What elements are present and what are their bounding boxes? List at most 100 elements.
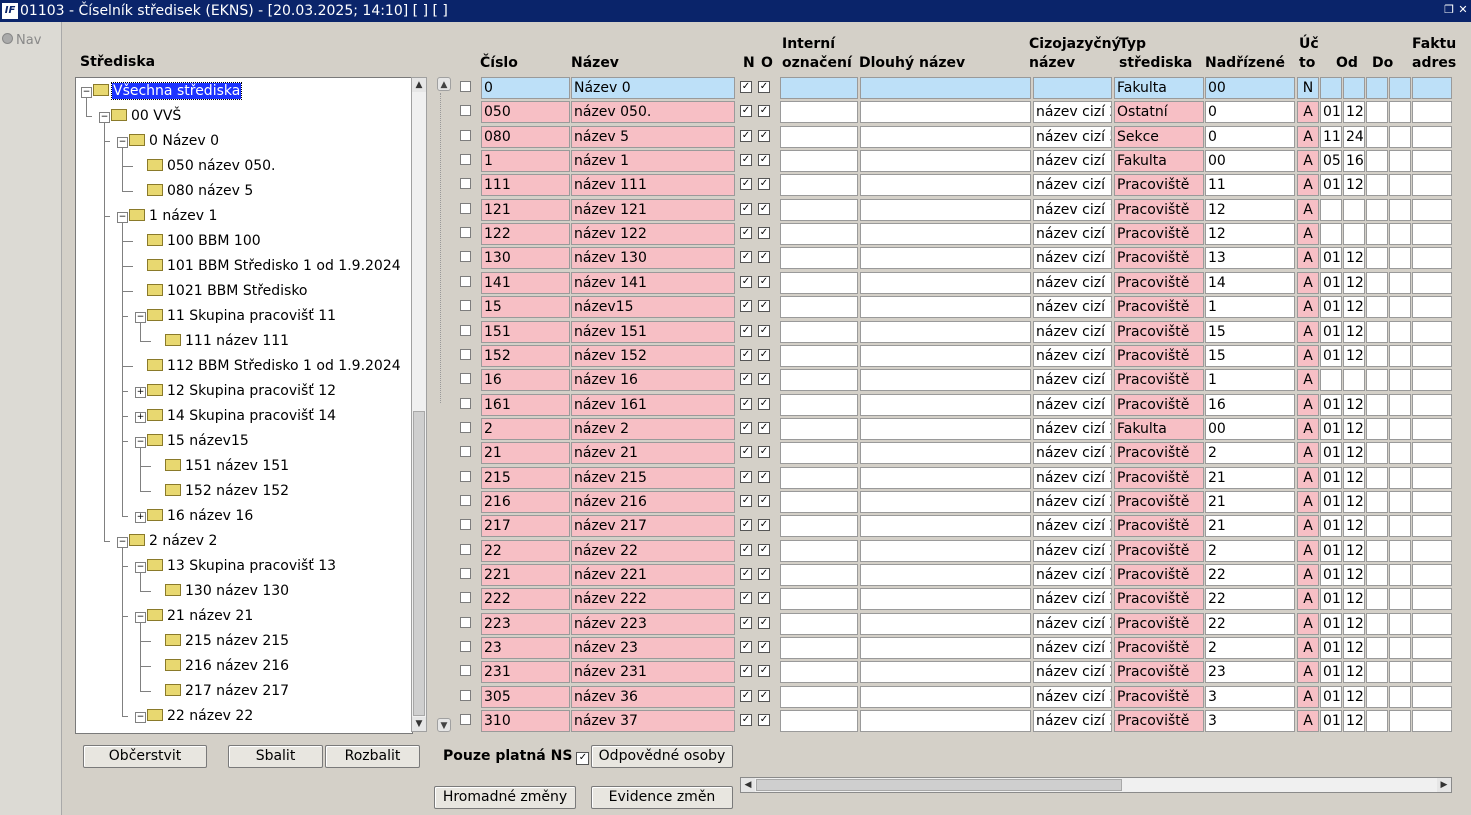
column-header-cizo-line1[interactable]: Cizojazyčný bbox=[1029, 35, 1121, 54]
tree-node[interactable]: 151 název 151 bbox=[165, 456, 290, 476]
cell-do[interactable]: 12 bbox=[1343, 686, 1365, 708]
checkbox-n[interactable]: ✓ bbox=[740, 128, 756, 144]
cell-ucto[interactable]: A bbox=[1297, 272, 1319, 294]
cell-do[interactable]: 12 bbox=[1343, 296, 1365, 318]
row-select-checkbox[interactable] bbox=[460, 178, 471, 189]
cell-ucto[interactable]: A bbox=[1297, 515, 1319, 537]
cell-cislo[interactable]: 161 bbox=[481, 394, 570, 416]
cell-typ[interactable]: Pracoviště bbox=[1114, 369, 1204, 391]
cell-cizo[interactable]: název cizí 15 bbox=[1033, 345, 1112, 367]
cell-faktu[interactable] bbox=[1412, 515, 1452, 537]
cell-do[interactable]: 12 bbox=[1343, 710, 1365, 732]
cell-cizo[interactable]: název cizí 37 bbox=[1033, 710, 1112, 732]
cell-x1[interactable] bbox=[1366, 418, 1388, 440]
tree-node[interactable]: − Všechna střediska bbox=[81, 81, 243, 101]
checkbox-o[interactable]: ✓ bbox=[758, 347, 774, 363]
cell-nadrizene[interactable]: 22 bbox=[1205, 564, 1295, 586]
cell-x2[interactable] bbox=[1389, 564, 1411, 586]
cell-faktu[interactable] bbox=[1412, 345, 1452, 367]
tree-node-label[interactable]: 152 název 152 bbox=[184, 483, 290, 499]
tree-node-label[interactable]: 1 název 1 bbox=[148, 208, 218, 224]
valid-only-checkbox[interactable]: ✓ bbox=[576, 752, 590, 765]
cell-od[interactable]: 01 bbox=[1320, 637, 1342, 659]
cell-cislo[interactable]: 222 bbox=[481, 588, 570, 610]
cell-ucto[interactable]: N bbox=[1297, 77, 1319, 99]
cell-faktu[interactable] bbox=[1412, 150, 1452, 172]
cell-ucto[interactable]: A bbox=[1297, 345, 1319, 367]
cell-dlouhy[interactable] bbox=[860, 613, 1031, 635]
tree-node[interactable]: − 11 Skupina pracovišť 11 bbox=[135, 306, 337, 326]
cell-do[interactable]: 12 bbox=[1343, 637, 1365, 659]
tree-node-label[interactable]: 050 název 050. bbox=[166, 158, 277, 174]
checkbox-o[interactable]: ✓ bbox=[758, 615, 774, 631]
cell-do[interactable]: 12 bbox=[1343, 418, 1365, 440]
cell-typ[interactable]: Pracoviště bbox=[1114, 442, 1204, 464]
checkbox-n[interactable]: ✓ bbox=[740, 347, 756, 363]
cell-do[interactable]: 12 bbox=[1343, 101, 1365, 123]
collapse-node-icon[interactable]: − bbox=[135, 312, 146, 323]
checkbox-n[interactable]: ✓ bbox=[740, 469, 756, 485]
cell-faktu[interactable] bbox=[1412, 223, 1452, 245]
cell-x2[interactable] bbox=[1389, 540, 1411, 562]
cell-cizo[interactable]: název cizí 5 bbox=[1033, 126, 1112, 148]
tree-node[interactable]: 1021 BBM Středisko bbox=[147, 281, 309, 301]
cell-interni[interactable] bbox=[780, 150, 858, 172]
checkbox-n[interactable]: ✓ bbox=[740, 639, 756, 655]
checkbox-o[interactable]: ✓ bbox=[758, 152, 774, 168]
cell-interni[interactable] bbox=[780, 223, 858, 245]
cell-cizo[interactable]: název cizí 21 bbox=[1033, 467, 1112, 489]
cell-faktu[interactable] bbox=[1412, 101, 1452, 123]
cell-faktu[interactable] bbox=[1412, 564, 1452, 586]
tree-node[interactable]: 080 název 5 bbox=[147, 181, 254, 201]
cell-ucto[interactable]: A bbox=[1297, 223, 1319, 245]
cell-typ[interactable]: Pracoviště bbox=[1114, 223, 1204, 245]
cell-ucto[interactable]: A bbox=[1297, 540, 1319, 562]
checkbox-o[interactable]: ✓ bbox=[758, 225, 774, 241]
cell-ucto[interactable]: A bbox=[1297, 369, 1319, 391]
cell-nazev[interactable]: název 161 bbox=[571, 394, 735, 416]
cell-x1[interactable] bbox=[1366, 442, 1388, 464]
cell-od[interactable]: 01 bbox=[1320, 345, 1342, 367]
checkbox-o[interactable]: ✓ bbox=[758, 444, 774, 460]
cell-x2[interactable] bbox=[1389, 126, 1411, 148]
close-icon[interactable]: ✕ bbox=[1457, 3, 1469, 17]
row-select-checkbox[interactable] bbox=[460, 544, 471, 555]
cell-nadrizene[interactable]: 16 bbox=[1205, 394, 1295, 416]
scroll-up-icon[interactable]: ▲ bbox=[412, 78, 426, 92]
checkbox-n[interactable]: ✓ bbox=[740, 323, 756, 339]
row-select-checkbox[interactable] bbox=[460, 641, 471, 652]
checkbox-o[interactable]: ✓ bbox=[758, 590, 774, 606]
cell-ucto[interactable]: A bbox=[1297, 199, 1319, 221]
row-select-checkbox[interactable] bbox=[460, 227, 471, 238]
tree-node-label[interactable]: 112 BBM Středisko 1 od 1.9.2024 bbox=[166, 358, 402, 374]
collapse-node-icon[interactable]: − bbox=[99, 112, 110, 123]
cell-nazev[interactable]: název 23 bbox=[571, 637, 735, 659]
checkbox-n[interactable]: ✓ bbox=[740, 152, 756, 168]
cell-cislo[interactable]: 22 bbox=[481, 540, 570, 562]
cell-cizo[interactable]: název cizí 36 bbox=[1033, 686, 1112, 708]
cell-nazev[interactable]: název 231 bbox=[571, 661, 735, 683]
cell-cislo[interactable]: 152 bbox=[481, 345, 570, 367]
tree-node[interactable]: 215 název 215 bbox=[165, 631, 290, 651]
cell-cislo[interactable]: 305 bbox=[481, 686, 570, 708]
cell-faktu[interactable] bbox=[1412, 710, 1452, 732]
checkbox-o[interactable]: ✓ bbox=[758, 79, 774, 95]
cell-x1[interactable] bbox=[1366, 564, 1388, 586]
cell-faktu[interactable] bbox=[1412, 442, 1452, 464]
cell-interni[interactable] bbox=[780, 247, 858, 269]
row-select-checkbox[interactable] bbox=[460, 617, 471, 628]
cell-nazev[interactable]: název 050. bbox=[571, 101, 735, 123]
checkbox-n[interactable]: ✓ bbox=[740, 688, 756, 704]
row-select-checkbox[interactable] bbox=[460, 446, 471, 457]
cell-typ[interactable]: Pracoviště bbox=[1114, 491, 1204, 513]
cell-cislo[interactable]: 2 bbox=[481, 418, 570, 440]
tree-node-label[interactable]: 080 název 5 bbox=[166, 183, 254, 199]
cell-cizo[interactable]: název cizí 21 bbox=[1033, 442, 1112, 464]
cell-od[interactable]: 01 bbox=[1320, 540, 1342, 562]
cell-faktu[interactable] bbox=[1412, 247, 1452, 269]
cell-nazev[interactable]: název 223 bbox=[571, 613, 735, 635]
cell-cizo[interactable] bbox=[1033, 77, 1112, 99]
cell-cislo[interactable]: 223 bbox=[481, 613, 570, 635]
cell-do[interactable]: 12 bbox=[1343, 272, 1365, 294]
checkbox-o[interactable]: ✓ bbox=[758, 103, 774, 119]
